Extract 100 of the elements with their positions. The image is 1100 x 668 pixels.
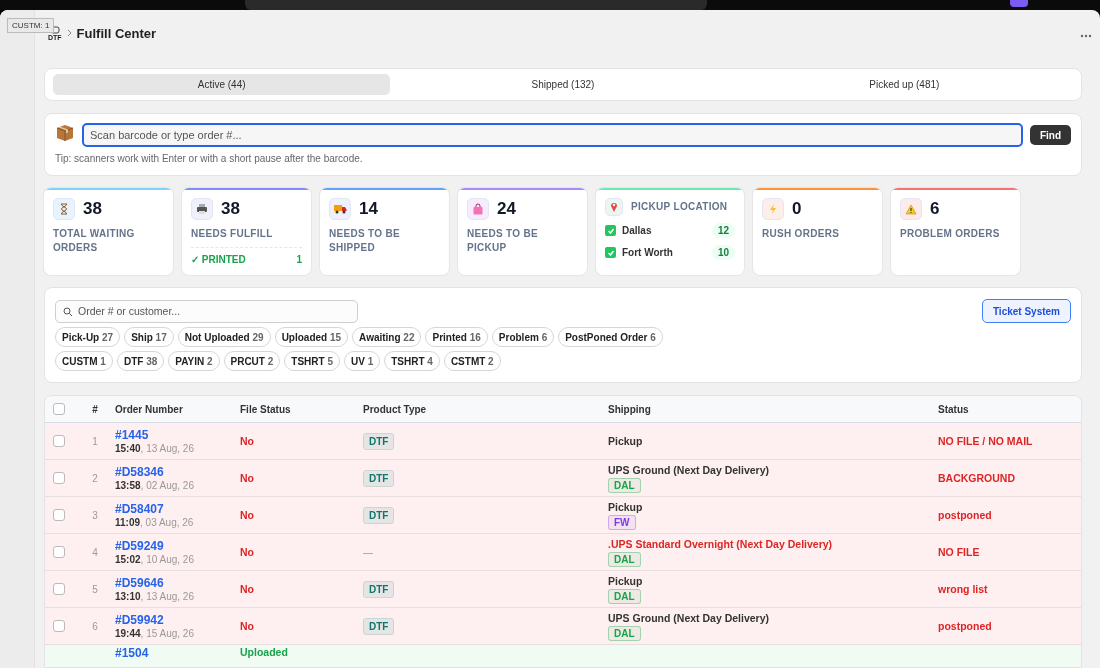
checkbox[interactable] — [53, 583, 65, 595]
filter-chip[interactable]: Uploaded 15 — [274, 327, 349, 347]
sub-value: 1 — [296, 254, 302, 265]
search-field[interactable]: Order # or customer... — [55, 299, 358, 323]
table-row[interactable]: 3 #D58407 11:09, 03 Aug, 26 No DTF Pickup FW postponed — [45, 497, 1081, 534]
count-badge: 12 — [711, 223, 735, 238]
checkbox[interactable] — [53, 620, 65, 632]
file-status: No — [240, 472, 255, 484]
stat-label: NEEDS TO BE PICKUP — [467, 227, 539, 255]
order-link[interactable]: #D59646 — [115, 576, 240, 590]
stat-value: 6 — [930, 199, 940, 219]
table-row[interactable]: 1 #1445 15:40, 13 Aug, 26 No DTF Pickup NO FILE / NO MAIL — [45, 423, 1081, 460]
location-tag: FW — [608, 514, 636, 530]
table-row[interactable]: 6 #D59942 19:44, 15 Aug, 26 No DTF UPS Ground (Next Day Delivery) DAL postponed — [45, 608, 1081, 645]
order-link[interactable]: #1504 — [115, 646, 240, 660]
order-date: 13:58, 02 Aug, 26 — [115, 480, 195, 491]
filter-chip[interactable]: Awaiting 22 — [352, 327, 422, 347]
filter-chip[interactable]: PAYIN 2 — [168, 351, 220, 371]
checkbox[interactable] — [53, 435, 65, 447]
filter-chip[interactable]: TSHRT 5 — [284, 351, 340, 371]
row-number: 2 — [91, 472, 99, 484]
stat-label: PICKUP LOCATION — [631, 200, 728, 214]
stat-value: 14 — [359, 199, 378, 219]
sub-label: ✓ PRINTED — [191, 254, 246, 265]
stat-value: 24 — [497, 199, 516, 219]
filter-chip[interactable]: Printed 16 — [425, 327, 488, 347]
filter-chip[interactable]: Not Uploaded 29 — [177, 327, 271, 347]
file-status: No — [240, 583, 255, 595]
row-number: 4 — [91, 546, 99, 558]
shipping-method: .UPS Standard Overnight (Next Day Delivery) — [608, 537, 833, 550]
tooltip: CUSTM: 1 — [7, 18, 55, 33]
order-link[interactable]: #D59249 — [115, 539, 240, 553]
tip-text: Tip: scanners work with Enter or with a short pause after the barcode. — [55, 153, 364, 164]
order-status: postponed — [938, 620, 993, 632]
row-number: 1 — [91, 435, 99, 447]
hourglass-icon — [53, 198, 75, 220]
avatar-icon[interactable] — [1010, 0, 1028, 7]
stat-label: NEEDS TO BE SHIPPED — [329, 227, 401, 255]
filter-chip[interactable]: UV 1 — [343, 351, 381, 371]
shipping-method: Pickup — [608, 500, 643, 513]
package-icon — [55, 123, 75, 143]
location-tag: DAL — [608, 588, 641, 604]
warning-icon — [900, 198, 922, 220]
order-link[interactable]: #D58346 — [115, 465, 240, 479]
bag-icon — [467, 198, 489, 220]
checkbox[interactable] — [605, 247, 616, 258]
shipping-method: Pickup — [608, 574, 643, 587]
tab[interactable]: Active (44) — [53, 74, 391, 95]
more-icon[interactable] — [1080, 34, 1092, 38]
shipping-method: UPS Ground (Next Day Delivery) — [608, 463, 770, 476]
search-field[interactable] — [245, 0, 707, 10]
filter-chip[interactable]: TSHRT 4 — [384, 351, 440, 371]
column-header: # — [91, 403, 99, 415]
pin-icon — [605, 198, 623, 216]
table-row[interactable]: 4 #D59249 15:02, 10 Aug, 26 No — .UPS Standard Overnight (Next Day Delivery) DAL NO FILE — [45, 534, 1081, 571]
filter-chip[interactable]: CUSTM 1 — [55, 351, 113, 371]
filter-chip[interactable]: PRCUT 2 — [223, 351, 281, 371]
file-status: No — [240, 509, 255, 521]
empty-value: — — [363, 546, 374, 558]
checkbox[interactable] — [53, 546, 65, 558]
order-status: postponed — [938, 509, 993, 521]
file-status: No — [240, 435, 255, 447]
checkbox[interactable] — [53, 509, 65, 521]
product-tag: DTF — [363, 469, 395, 487]
lightning-icon — [762, 198, 784, 220]
order-date: 13:10, 13 Aug, 26 — [115, 591, 195, 602]
printer-icon — [191, 198, 213, 220]
order-status: NO FILE — [938, 546, 981, 558]
filter-chip[interactable]: Ship 17 — [124, 327, 174, 347]
row-number: 3 — [91, 509, 99, 521]
file-status: No — [240, 620, 255, 632]
tab[interactable]: Shipped (132) — [394, 74, 732, 95]
order-link[interactable]: #D58407 — [115, 502, 240, 516]
order-status: wrong list — [938, 583, 989, 595]
product-tag: DTF — [363, 617, 395, 635]
checkbox[interactable] — [605, 225, 616, 236]
stat-label: RUSH ORDERS — [762, 227, 841, 241]
product-tag: DTF — [363, 580, 395, 598]
order-status: BACKGROUND — [938, 472, 1016, 484]
filter-chip[interactable]: CSTMT 2 — [443, 351, 501, 371]
filter-chip[interactable]: PostPoned Order 6 — [558, 327, 663, 347]
table-row[interactable]: #1504 Uploaded — [45, 645, 1081, 667]
checkbox[interactable] — [53, 472, 65, 484]
find-button[interactable]: Find — [1029, 125, 1071, 145]
filter-chip[interactable]: DTF 38 — [116, 351, 165, 371]
table-row[interactable]: 5 #D59646 13:10, 13 Aug, 26 No DTF Pickup DAL wrong list — [45, 571, 1081, 608]
search-icon — [63, 306, 73, 317]
order-link[interactable]: #1445 — [115, 428, 240, 442]
scan-field[interactable]: Scan barcode or type order #... — [82, 123, 1023, 147]
filter-chip[interactable]: Pick-Up 27 — [55, 327, 121, 347]
location-name: Dallas — [622, 225, 652, 236]
stat-value: 38 — [83, 199, 102, 219]
checkbox[interactable] — [53, 403, 65, 415]
tab[interactable]: Picked up (481) — [735, 74, 1073, 95]
order-link[interactable]: #D59942 — [115, 613, 240, 627]
stat-value: 38 — [221, 199, 240, 219]
table-row[interactable]: 2 #D58346 13:58, 02 Aug, 26 No DTF UPS Ground (Next Day Delivery) DAL BACKGROUND — [45, 460, 1081, 497]
ticket-button[interactable]: Ticket System — [981, 299, 1071, 323]
order-date: 15:02, 10 Aug, 26 — [115, 554, 195, 565]
filter-chip[interactable]: Problem 6 — [491, 327, 555, 347]
